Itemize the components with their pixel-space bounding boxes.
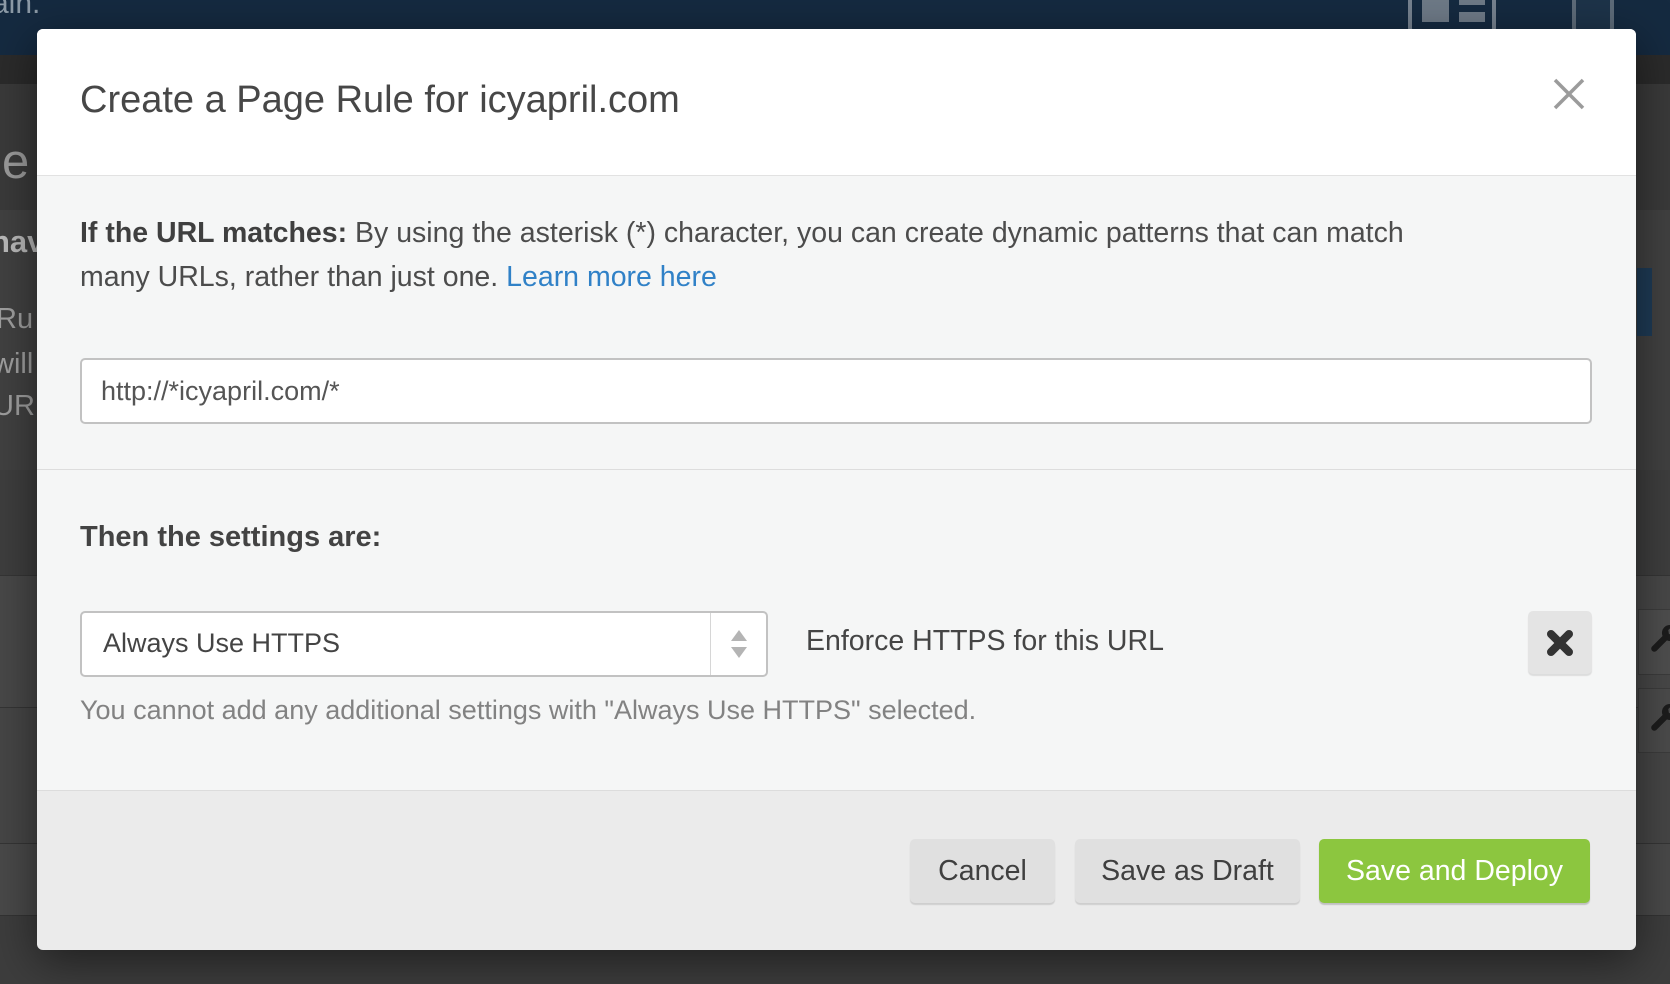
save-and-deploy-button[interactable]: Save and Deploy (1319, 839, 1590, 903)
page-background: ain. e nav Ru will UR Create a Page Rule… (0, 0, 1670, 984)
background-text-fragment: e (2, 134, 29, 190)
save-as-draft-button[interactable]: Save as Draft (1075, 839, 1300, 903)
select-separator (710, 613, 711, 675)
background-text-fragment: ain. (0, 0, 40, 21)
chevron-up-icon (731, 630, 747, 641)
setting-description: Enforce HTTPS for this URL (806, 625, 1164, 658)
close-button[interactable] (1547, 73, 1591, 117)
background-blue-button-fragment (1637, 268, 1652, 336)
background-text-fragment: UR (0, 390, 35, 423)
modal-header: Create a Page Rule for icyapril.com (37, 29, 1636, 176)
background-wrench-button (1638, 688, 1670, 753)
learn-more-link[interactable]: Learn more here (506, 261, 717, 293)
cancel-button[interactable]: Cancel (910, 839, 1055, 903)
close-icon (1549, 102, 1589, 117)
remove-icon (1528, 626, 1592, 660)
url-match-label: If the URL matches: (80, 217, 347, 249)
section-divider (37, 469, 1636, 470)
url-pattern-input[interactable] (80, 358, 1592, 424)
modal-footer: Cancel Save as Draft Save and Deploy (37, 790, 1636, 950)
settings-note: You cannot add any additional settings w… (80, 695, 976, 726)
select-spinner[interactable] (722, 613, 754, 675)
background-text-fragment: will (0, 348, 33, 381)
settings-heading: Then the settings are: (80, 521, 381, 554)
page-rule-modal: Create a Page Rule for icyapril.com If t… (37, 29, 1636, 949)
chevron-down-icon (731, 647, 747, 658)
background-text-fragment: Ru (0, 303, 33, 336)
modal-title: Create a Page Rule for icyapril.com (80, 79, 680, 122)
url-match-description: If the URL matches: By using the asteris… (80, 211, 1475, 299)
remove-setting-button[interactable] (1528, 611, 1592, 674)
setting-select[interactable]: Always Use HTTPS (80, 611, 768, 677)
setting-select-value: Always Use HTTPS (103, 628, 340, 659)
background-wrench-button (1638, 609, 1670, 675)
